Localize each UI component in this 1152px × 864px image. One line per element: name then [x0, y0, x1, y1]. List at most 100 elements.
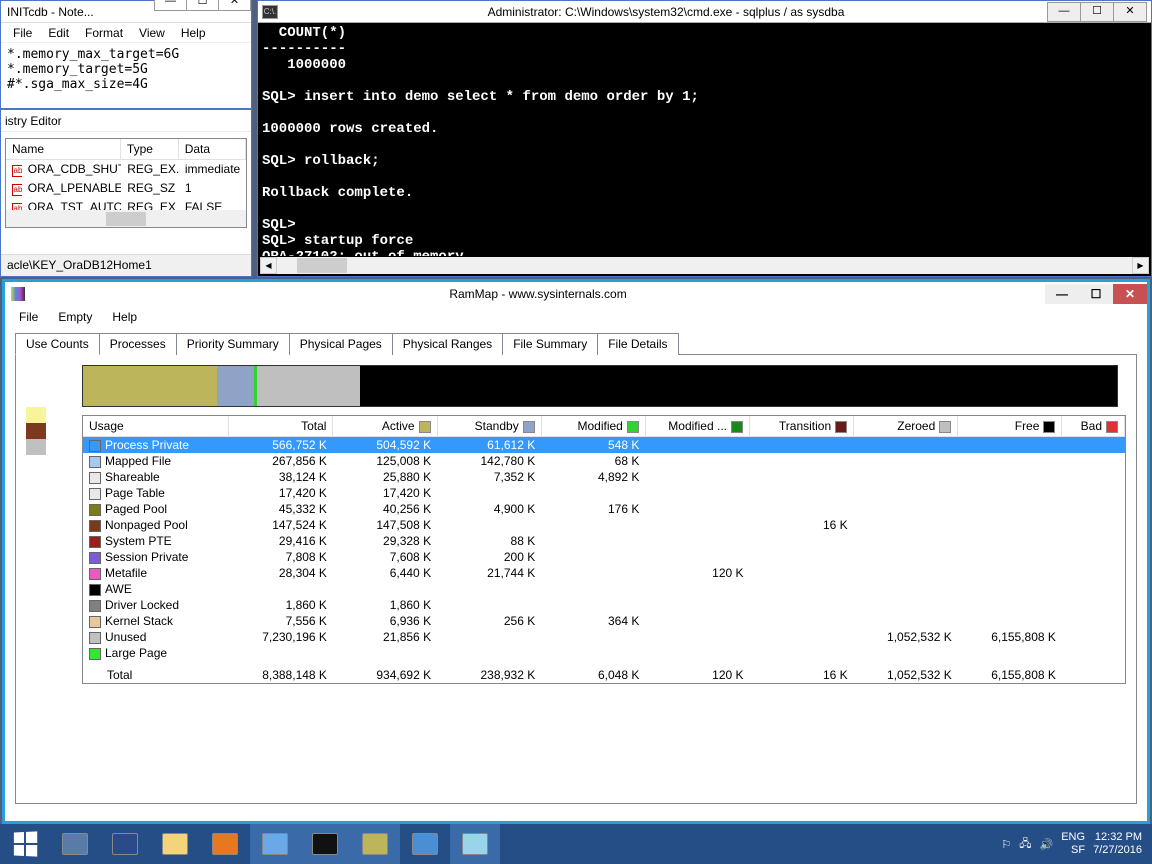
reg-string-icon: ab	[6, 180, 22, 197]
col-modified-[interactable]: Modified ...	[645, 416, 749, 437]
menu-format[interactable]: Format	[77, 24, 131, 42]
col-modified[interactable]: Modified	[541, 416, 645, 437]
regedit-grid-header: NameTypeData	[6, 139, 246, 160]
table-row[interactable]: System PTE29,416 K29,328 K88 K	[83, 533, 1125, 549]
explorer-icon	[162, 833, 188, 855]
minimize-button[interactable]: —	[1047, 2, 1081, 22]
table-row[interactable]: Process Private566,752 K504,592 K61,612 …	[83, 437, 1125, 454]
table-row[interactable]: Unused7,230,196 K21,856 K1,052,532 K6,15…	[83, 629, 1125, 645]
taskbar-server-manager[interactable]	[50, 824, 100, 864]
close-button[interactable]: ✕	[218, 0, 251, 11]
col-active[interactable]: Active	[333, 416, 437, 437]
table-row[interactable]: Driver Locked1,860 K1,860 K	[83, 597, 1125, 613]
maximize-button[interactable]: ☐	[1080, 2, 1114, 22]
col-total[interactable]: Total	[229, 416, 333, 437]
scrollbar-thumb-icon[interactable]	[297, 258, 347, 273]
table-row[interactable]: Shareable38,124 K25,880 K7,352 K4,892 K	[83, 469, 1125, 485]
table-row[interactable]: AWE	[83, 581, 1125, 597]
tray-time[interactable]: 12:32 PM	[1093, 831, 1142, 844]
regedit-col-name[interactable]: Name	[6, 139, 121, 159]
tray-date[interactable]: 7/27/2016	[1093, 844, 1142, 857]
taskbar-powershell[interactable]	[100, 824, 150, 864]
col-bad[interactable]: Bad	[1062, 416, 1125, 437]
close-button[interactable]: ✕	[1113, 284, 1147, 304]
taskbar-windows-explorer[interactable]	[250, 824, 300, 864]
menu-empty[interactable]: Empty	[48, 308, 102, 326]
table-row-total[interactable]: Total8,388,148 K934,692 K238,932 K6,048 …	[83, 667, 1125, 683]
usage-bar	[82, 365, 1118, 407]
tab-physical-ranges[interactable]: Physical Ranges	[392, 333, 503, 355]
table-header[interactable]: UsageTotalActiveStandbyModifiedModified …	[83, 416, 1125, 437]
col-standby[interactable]: Standby	[437, 416, 541, 437]
taskbar-process-explorer[interactable]	[400, 824, 450, 864]
rammap-titlebar[interactable]: RamMap - www.sysinternals.com — ☐ ✕	[5, 282, 1147, 306]
tab-priority-summary[interactable]: Priority Summary	[176, 333, 290, 355]
minimize-button[interactable]: —	[154, 0, 187, 11]
maximize-button[interactable]: ☐	[186, 0, 219, 11]
table-row[interactable]: Kernel Stack7,556 K6,936 K256 K364 K	[83, 613, 1125, 629]
row-swatch-icon	[89, 632, 101, 644]
scroll-right-icon[interactable]: ▶	[1132, 257, 1149, 274]
cmd-terminal[interactable]: COUNT(*) ---------- 1000000 SQL> insert …	[260, 23, 1149, 256]
table-row[interactable]: Nonpaged Pool147,524 K147,508 K16 K	[83, 517, 1125, 533]
regedit-col-type[interactable]: Type	[121, 139, 179, 159]
tray-loc[interactable]: SF	[1061, 844, 1085, 857]
taskbar-firefox[interactable]	[200, 824, 250, 864]
menu-edit[interactable]: Edit	[40, 24, 77, 42]
taskbar-notepad[interactable]	[450, 824, 500, 864]
rammap-table-container: UsageTotalActiveStandbyModifiedModified …	[82, 415, 1126, 684]
regedit-row[interactable]: abORA_CDB_SHUT...REG_EX...immediate	[6, 160, 246, 179]
usage-bar-segment	[360, 366, 1117, 406]
menu-help[interactable]: Help	[102, 308, 147, 326]
col-zeroed[interactable]: Zeroed	[854, 416, 958, 437]
swatch-icon	[419, 421, 431, 433]
notepad-titlebar[interactable]: INITcdb - Note... — ☐ ✕	[1, 1, 251, 23]
regedit-row[interactable]: abORA_LPENABLEREG_SZ1	[6, 179, 246, 198]
table-row[interactable]: Paged Pool45,332 K40,256 K4,900 K176 K	[83, 501, 1125, 517]
menu-help[interactable]: Help	[173, 24, 214, 42]
notepad-content[interactable]: *.memory_max_target=6G *.memory_target=5…	[1, 43, 251, 96]
tray-network-icon[interactable]: 🖧	[1019, 835, 1031, 854]
process-explorer-icon	[412, 833, 438, 855]
tab-processes[interactable]: Processes	[99, 333, 177, 355]
swatch-icon	[627, 421, 639, 433]
menu-view[interactable]: View	[131, 24, 173, 42]
minimize-button[interactable]: —	[1045, 284, 1079, 304]
table-row[interactable]: Large Page	[83, 645, 1125, 661]
start-button[interactable]	[0, 824, 50, 864]
tab-file-details[interactable]: File Details	[597, 333, 678, 355]
close-icon: ✕	[1125, 288, 1135, 300]
table-row[interactable]: Page Table17,420 K17,420 K	[83, 485, 1125, 501]
minimize-icon: —	[1059, 6, 1070, 17]
taskbar-explorer[interactable]	[150, 824, 200, 864]
tray-sound-icon[interactable]: 🔊	[1040, 838, 1054, 851]
tab-use-counts[interactable]: Use Counts	[15, 333, 100, 355]
menu-file[interactable]: File	[9, 308, 48, 326]
menu-file[interactable]: File	[5, 24, 40, 42]
tray-flag-icon[interactable]: ⚐	[1001, 838, 1011, 851]
taskbar-cmd[interactable]	[300, 824, 350, 864]
regedit-col-data[interactable]: Data	[179, 139, 246, 159]
col-free[interactable]: Free	[958, 416, 1062, 437]
close-icon: ✕	[230, 0, 239, 7]
tab-file-summary[interactable]: File Summary	[502, 333, 598, 355]
cmd-titlebar[interactable]: C:\. Administrator: C:\Windows\system32\…	[258, 1, 1151, 23]
taskbar-rammap[interactable]	[350, 824, 400, 864]
system-tray[interactable]: ⚐ 🖧 🔊 ENGSF 12:32 PM7/27/2016	[1001, 831, 1152, 857]
table-row[interactable]: Metafile28,304 K6,440 K21,744 K120 K	[83, 565, 1125, 581]
tray-lang[interactable]: ENG	[1061, 831, 1085, 844]
close-button[interactable]: ✕	[1113, 2, 1147, 22]
rammap-table: UsageTotalActiveStandbyModifiedModified …	[83, 416, 1125, 683]
table-row[interactable]: Session Private7,808 K7,608 K200 K	[83, 549, 1125, 565]
maximize-button[interactable]: ☐	[1079, 284, 1113, 304]
tab-physical-pages[interactable]: Physical Pages	[289, 333, 393, 355]
col-transition[interactable]: Transition	[750, 416, 854, 437]
col-usage[interactable]: Usage	[83, 416, 229, 437]
table-row[interactable]: Mapped File267,856 K125,008 K142,780 K68…	[83, 453, 1125, 469]
scrollbar-thumb-icon[interactable]	[106, 212, 146, 226]
cmd-hscroll[interactable]: ◀ ▶	[260, 257, 1149, 274]
scroll-track[interactable]	[277, 257, 1132, 274]
regedit-hscroll[interactable]	[6, 210, 246, 227]
scroll-left-icon[interactable]: ◀	[260, 257, 277, 274]
regedit-titlebar[interactable]: istry Editor	[1, 110, 251, 132]
